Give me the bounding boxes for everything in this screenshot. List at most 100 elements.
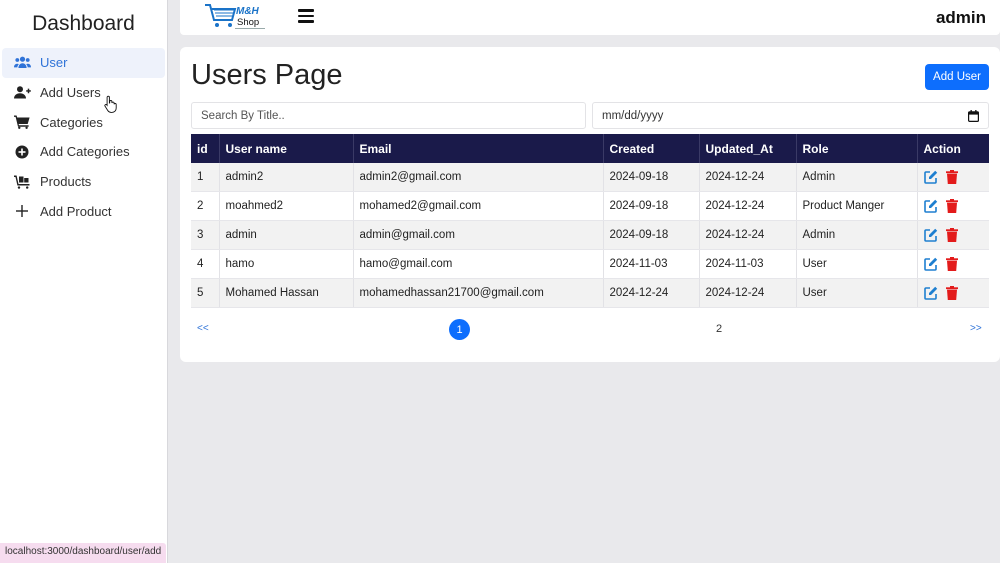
logo-text: M&H — [236, 6, 260, 17]
cell-action — [917, 191, 989, 222]
sidebar-item-label: Add Categories — [40, 144, 130, 160]
shop-logo[interactable]: M&H Shop — [204, 2, 276, 32]
pagination-page-2[interactable]: 2 — [716, 323, 722, 335]
cart-flatbed-icon — [13, 174, 31, 190]
table-row: 4 hamo hamo@gmail.com 2024-11-03 2024-11… — [191, 249, 989, 280]
cell-updated-at: 2024-12-24 — [699, 278, 797, 309]
user-plus-icon — [13, 85, 31, 101]
page-title: Users Page — [191, 59, 343, 91]
cell-updated-at: 2024-12-24 — [699, 191, 797, 222]
table-row: 5 Mohamed Hassan mohamedhassan21700@gmai… — [191, 278, 989, 309]
status-bar-url: localhost:3000/dashboard/user/add — [0, 543, 167, 563]
cell-user-name: moahmed2 — [219, 191, 354, 222]
edit-icon[interactable] — [923, 228, 938, 242]
top-bar: M&H Shop admin — [180, 0, 1000, 35]
current-user-name[interactable]: admin — [936, 8, 986, 28]
sidebar-item-label: Add Users — [40, 85, 101, 101]
cell-email: mohamed2@gmail.com — [353, 191, 604, 222]
users-card: Users Page Add User mm/dd/yyyy id User n… — [180, 47, 1000, 362]
logo-subtext: Shop — [237, 17, 259, 28]
delete-icon[interactable] — [945, 286, 958, 301]
plus-icon — [13, 203, 31, 219]
cell-created: 2024-09-18 — [603, 220, 700, 251]
cell-email: hamo@gmail.com — [353, 249, 604, 280]
cell-action — [917, 249, 989, 280]
cell-role: Admin — [796, 163, 918, 193]
delete-icon[interactable] — [945, 199, 958, 214]
edit-icon[interactable] — [923, 170, 938, 184]
date-filter-input[interactable]: mm/dd/yyyy — [592, 102, 989, 129]
date-placeholder: mm/dd/yyyy — [602, 109, 664, 122]
cell-id: 4 — [191, 249, 220, 280]
edit-icon[interactable] — [923, 257, 938, 271]
cell-id: 2 — [191, 191, 220, 222]
hand-cursor-icon — [104, 95, 118, 118]
pagination-next[interactable]: >> — [970, 323, 982, 334]
table-row: 2 moahmed2 mohamed2@gmail.com 2024-09-18… — [191, 191, 989, 222]
cell-created: 2024-09-18 — [603, 191, 700, 222]
sidebar-item-label: Categories — [40, 114, 103, 130]
cell-role: Product Manger — [796, 191, 918, 222]
cell-created: 2024-09-18 — [603, 163, 700, 193]
sidebar: Dashboard User Add Users Categories Add … — [0, 0, 168, 563]
cell-email: admin2@gmail.com — [353, 163, 604, 193]
cell-action — [917, 220, 989, 251]
cell-user-name: admin — [219, 220, 354, 251]
sidebar-item-user[interactable]: User — [2, 48, 165, 78]
cart-icon — [13, 114, 31, 130]
column-header-user-name[interactable]: User name — [219, 134, 354, 163]
pagination: << 1 2 >> — [180, 319, 1000, 340]
cell-action — [917, 163, 989, 193]
calendar-icon[interactable] — [968, 110, 980, 125]
sidebar-item-products[interactable]: Products — [2, 167, 165, 197]
sidebar-item-label: Products — [40, 174, 92, 190]
add-user-button[interactable]: Add User — [925, 64, 989, 90]
pagination-prev[interactable]: << — [197, 323, 209, 334]
delete-icon[interactable] — [945, 170, 958, 185]
pagination-page-1[interactable]: 1 — [449, 319, 470, 340]
cell-updated-at: 2024-12-24 — [699, 163, 797, 193]
table-header-row: id User name Email Created Updated_At Ro… — [191, 134, 989, 163]
table-row: 1 admin2 admin2@gmail.com 2024-09-18 202… — [191, 163, 989, 193]
cell-id: 1 — [191, 163, 220, 193]
sidebar-item-add-categories[interactable]: Add Categories — [2, 137, 165, 167]
sidebar-item-categories[interactable]: Categories — [2, 107, 165, 137]
cell-email: admin@gmail.com — [353, 220, 604, 251]
hamburger-menu-icon[interactable] — [298, 7, 314, 25]
sidebar-item-label: User — [40, 55, 68, 71]
sidebar-item-label: Add Product — [40, 203, 112, 219]
cell-created: 2024-11-03 — [603, 249, 700, 280]
sidebar-title: Dashboard — [32, 12, 135, 35]
delete-icon[interactable] — [945, 228, 958, 243]
sidebar-item-add-product[interactable]: Add Product — [2, 196, 165, 226]
cell-updated-at: 2024-12-24 — [699, 220, 797, 251]
column-header-updated-at[interactable]: Updated_At — [699, 134, 797, 163]
cell-updated-at: 2024-11-03 — [699, 249, 797, 280]
delete-icon[interactable] — [945, 257, 958, 272]
column-header-created[interactable]: Created — [603, 134, 700, 163]
edit-icon[interactable] — [923, 199, 938, 213]
table-row: 3 admin admin@gmail.com 2024-09-18 2024-… — [191, 220, 989, 251]
cell-created: 2024-12-24 — [603, 278, 700, 309]
cell-user-name: hamo — [219, 249, 354, 280]
cell-role: Admin — [796, 220, 918, 251]
cell-role: User — [796, 249, 918, 280]
cell-user-name: Mohamed Hassan — [219, 278, 354, 309]
cell-user-name: admin2 — [219, 163, 354, 193]
cell-action — [917, 278, 989, 309]
edit-icon[interactable] — [923, 286, 938, 300]
cell-id: 5 — [191, 278, 220, 309]
plus-circle-icon — [13, 144, 31, 160]
column-header-action: Action — [917, 134, 989, 163]
column-header-role[interactable]: Role — [796, 134, 918, 163]
column-header-email[interactable]: Email — [353, 134, 604, 163]
cell-role: User — [796, 278, 918, 309]
column-header-id[interactable]: id — [191, 134, 220, 163]
users-table: id User name Email Created Updated_At Ro… — [191, 134, 989, 309]
sidebar-item-add-users[interactable]: Add Users — [2, 78, 165, 108]
users-icon — [13, 55, 31, 71]
search-input[interactable] — [191, 102, 586, 129]
sidebar-nav: User Add Users Categories Add Categories… — [0, 48, 167, 226]
cell-id: 3 — [191, 220, 220, 251]
cell-email: mohamedhassan21700@gmail.com — [353, 278, 604, 309]
